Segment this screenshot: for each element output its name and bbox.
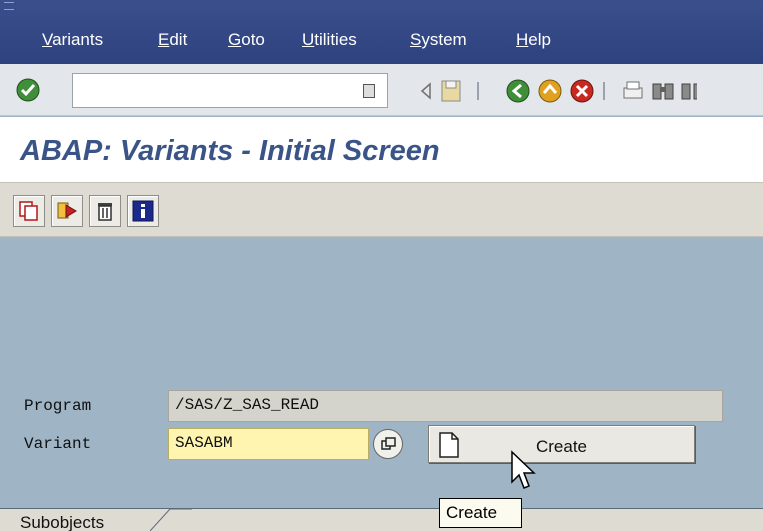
exit-icon[interactable] — [537, 78, 563, 104]
menu-goto[interactable]: Goto — [228, 30, 265, 50]
information-icon — [132, 200, 154, 222]
mouse-cursor-icon — [511, 450, 536, 489]
variant-label: Variant — [24, 435, 92, 453]
menu-edit[interactable]: Edit — [158, 30, 187, 50]
display-values-button[interactable] — [51, 195, 83, 227]
check-icon[interactable] — [16, 78, 40, 102]
program-field: /SAS/Z_SAS_READ — [168, 390, 723, 422]
back-arrow-icon[interactable] — [413, 78, 439, 104]
program-field-value: /SAS/Z_SAS_READ — [175, 396, 320, 414]
back-icon[interactable] — [505, 78, 531, 104]
copy-icon — [19, 201, 38, 221]
system-menu-icon[interactable] — [4, 2, 14, 10]
menu-system[interactable]: System — [410, 30, 467, 50]
create-button[interactable]: Create — [428, 425, 695, 463]
menu-variants[interactable]: Variants — [42, 30, 103, 50]
tab-edge — [150, 508, 192, 531]
delete-button[interactable] — [89, 195, 121, 227]
subobjects-tabstrip: Subobjects — [0, 508, 763, 531]
display-values-icon — [57, 202, 77, 219]
command-history-icon[interactable] — [363, 84, 375, 98]
delete-icon — [98, 203, 112, 221]
information-button[interactable] — [127, 195, 159, 227]
program-label: Program — [24, 397, 92, 415]
menu-utilities[interactable]: Utilities — [302, 30, 357, 50]
tab-subobjects-label: Subobjects — [20, 513, 105, 531]
print-icon[interactable] — [620, 78, 646, 104]
find-next-icon[interactable] — [679, 78, 697, 104]
toolbar-separator — [603, 82, 605, 100]
cancel-icon[interactable] — [569, 78, 595, 104]
save-icon[interactable] — [438, 78, 464, 104]
value-help-icon — [381, 437, 396, 450]
copy-button[interactable] — [13, 195, 45, 227]
standard-toolbar — [0, 64, 763, 116]
page-title: ABAP: Variants - Initial Screen — [20, 135, 440, 167]
value-help-button[interactable] — [373, 429, 403, 459]
command-field[interactable] — [72, 73, 388, 108]
toolbar-separator — [477, 82, 479, 100]
variant-input-value: SASABM — [175, 434, 233, 452]
menu-help[interactable]: Help — [516, 30, 551, 50]
variant-input[interactable]: SASABM — [168, 428, 369, 460]
menu-bar: Variants Edit Goto Utilities System Help — [0, 0, 763, 64]
application-toolbar — [0, 182, 763, 237]
title-bar: ABAP: Variants - Initial Screen — [0, 117, 763, 182]
tooltip: Create — [439, 498, 522, 528]
create-button-label: Create — [535, 437, 588, 456]
find-icon[interactable] — [650, 78, 676, 104]
